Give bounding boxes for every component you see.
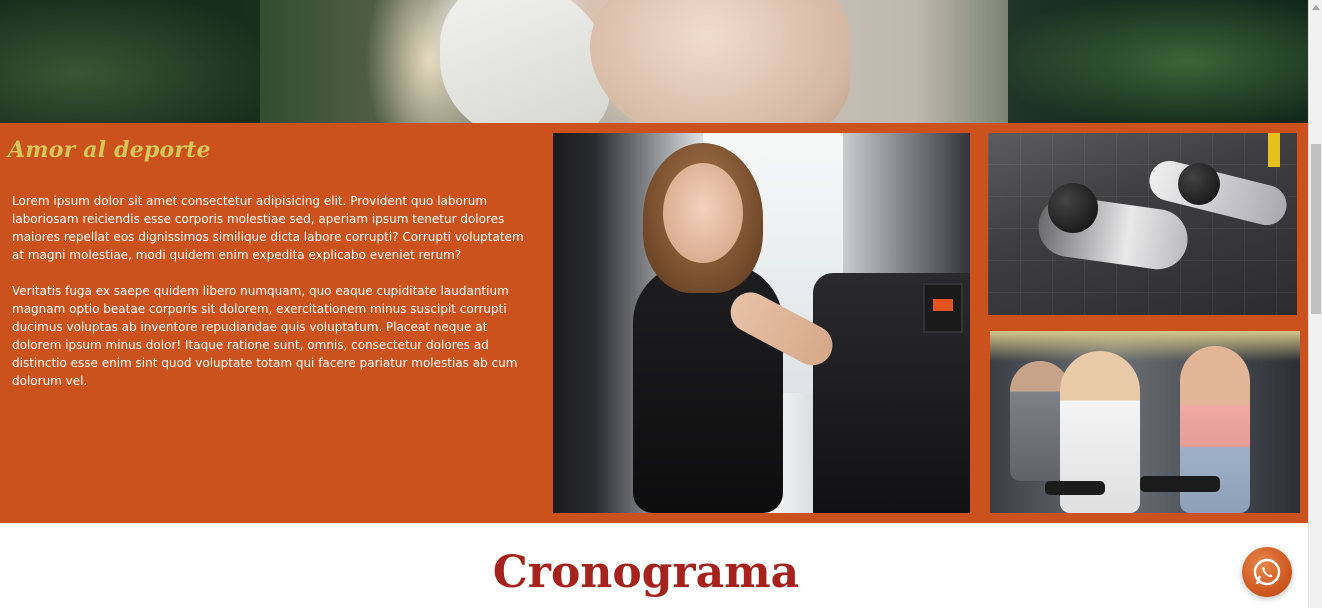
feature-paragraph: Lorem ipsum dolor sit amet consectetur a… xyxy=(12,194,524,262)
scroll-up-arrow-icon[interactable] xyxy=(1309,0,1322,14)
feature-text: Lorem ipsum dolor sit amet consectetur a… xyxy=(12,192,532,390)
whatsapp-button[interactable] xyxy=(1242,547,1292,597)
dumbbell-class-photo xyxy=(990,331,1300,513)
section-title: Cronograma xyxy=(492,547,800,598)
hero-image xyxy=(0,0,1308,123)
whatsapp-icon xyxy=(1253,558,1281,586)
medicine-ball-situps-photo xyxy=(988,133,1297,315)
vertical-scrollbar[interactable] xyxy=(1308,0,1322,608)
feature-paragraph: Veritatis fuga ex saepe quidem libero nu… xyxy=(12,284,518,388)
woman-elliptical-photo xyxy=(553,133,970,513)
feature-section: Amor al deporte Lorem ipsum dolor sit am… xyxy=(0,123,1308,523)
feature-title: Amor al deporte xyxy=(8,137,211,163)
scrollbar-thumb[interactable] xyxy=(1311,144,1321,314)
